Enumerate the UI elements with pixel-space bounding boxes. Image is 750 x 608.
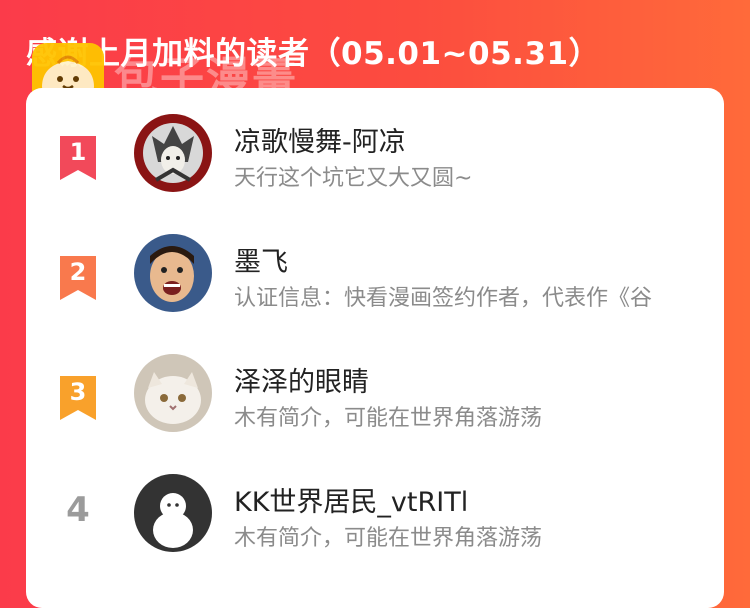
- reader-list-card: 1 凉歌慢舞-阿凉 天行这个坑它又大又圆~ 2 墨飞 认证信息：快看漫画签约作者…: [26, 88, 724, 608]
- reader-name: 凉歌慢舞-阿凉: [234, 127, 406, 158]
- avatar[interactable]: [134, 114, 212, 192]
- reader-description: 天行这个坑它又大又圆~: [234, 166, 473, 191]
- rank-badge-2: 2: [58, 254, 98, 306]
- rank-badge-3: 3: [58, 374, 98, 426]
- reader-row-2[interactable]: 2 墨飞 认证信息：快看漫画签约作者，代表作《谷: [26, 232, 724, 332]
- rank-badge-1: 1: [58, 134, 98, 186]
- reader-row-1[interactable]: 1 凉歌慢舞-阿凉 天行这个坑它又大又圆~: [26, 112, 724, 212]
- reader-name: 泽泽的眼睛: [234, 367, 369, 398]
- rank-number-4: 4: [66, 490, 90, 530]
- avatar[interactable]: [134, 234, 212, 312]
- reader-description: 木有简介，可能在世界角落游荡: [234, 406, 543, 431]
- reader-description: 木有简介，可能在世界角落游荡: [234, 526, 543, 551]
- avatar[interactable]: [134, 354, 212, 432]
- reader-description: 认证信息：快看漫画签约作者，代表作《谷: [234, 286, 653, 311]
- reader-row-3[interactable]: 3 泽泽的眼睛 木有简介，可能在世界角落游荡: [26, 352, 724, 452]
- reader-name: 墨飞: [234, 247, 288, 278]
- avatar[interactable]: [134, 474, 212, 552]
- reader-name: KK世界居民_vtRITl: [234, 487, 469, 518]
- reader-row-4[interactable]: 4 KK世界居民_vtRITl 木有简介，可能在世界角落游荡: [26, 472, 724, 572]
